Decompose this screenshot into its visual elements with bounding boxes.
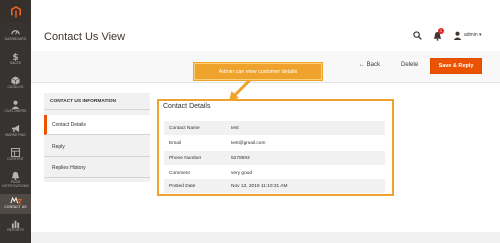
nav-label: SALES	[9, 61, 22, 65]
contact-us-logo-icon	[9, 196, 22, 204]
detail-row-email: Email test@gmail.com	[164, 136, 385, 150]
layout-icon	[11, 148, 20, 157]
username-label: admin	[464, 32, 478, 38]
nav-content[interactable]: CONTENT	[0, 145, 31, 168]
nav-label: CATALOG	[7, 85, 24, 89]
nav-label: DASHBOARD	[4, 37, 27, 41]
detail-value: very good	[231, 170, 253, 176]
delete-button[interactable]: Delete	[401, 62, 418, 68]
svg-text:$: $	[12, 53, 18, 61]
detail-value: 5278693	[231, 155, 250, 161]
person-icon	[11, 100, 20, 109]
page-footer	[31, 232, 500, 243]
nav-label: MARKETING	[5, 133, 26, 137]
detail-value: test@gmail.com	[231, 140, 266, 146]
nav-catalog[interactable]: CATALOG	[0, 73, 31, 96]
page-title: Contact Us View	[44, 31, 126, 43]
save-reply-button[interactable]: Save & Reply	[430, 58, 482, 74]
magento-logo[interactable]	[0, 0, 31, 23]
nav-label: REPORTS	[7, 228, 24, 232]
caret-down-icon: ▾	[479, 32, 482, 38]
tab-replies-history[interactable]: Replies History	[44, 158, 150, 178]
nav-label: CUSTOMERS	[4, 109, 27, 113]
tabs-title: CONTACT US INFORMATION	[44, 93, 150, 110]
username-dropdown[interactable]: admin ▾	[464, 32, 482, 38]
tab-reply[interactable]: Reply	[44, 137, 150, 157]
nav-customers[interactable]: CUSTOMERS	[0, 97, 31, 120]
back-button[interactable]: ← Back	[359, 62, 380, 68]
notification-count-badge: 1	[438, 28, 444, 34]
detail-label: Phone Number	[169, 155, 202, 161]
user-icon[interactable]	[453, 31, 462, 40]
magento-logo-icon	[10, 5, 21, 18]
nav-sales[interactable]: $ SALES	[0, 49, 31, 72]
detail-label: Comment	[169, 170, 190, 176]
detail-row-phone: Phone Number 5278693	[164, 151, 385, 165]
detail-label: Email	[169, 140, 181, 146]
detail-label: Contact Name	[169, 125, 200, 131]
section-title: Contact Details	[163, 103, 211, 110]
megaphone-icon	[11, 124, 20, 133]
nav-reports[interactable]: REPORTS	[0, 216, 31, 239]
nav-marketing[interactable]: MARKETING	[0, 121, 31, 144]
annotation-callout: Admin can view customer details	[194, 63, 322, 80]
detail-row-comment: Comment very good	[164, 166, 385, 180]
nav-dashboard[interactable]: DASHBOARD	[0, 25, 31, 48]
bar-chart-icon	[11, 220, 20, 228]
callout-arrow-icon	[229, 80, 252, 101]
nav-label: CONTACT US	[4, 205, 27, 209]
nav-push-notifications[interactable]: PUSH NOTIFICATIONS	[0, 169, 31, 193]
nav-label: CONTENT	[7, 157, 24, 161]
detail-row-contact-name: Contact Name test	[164, 121, 385, 135]
nav-contact-us[interactable]: CONTACT US	[0, 194, 31, 214]
tab-contact-details[interactable]: Contact Details	[44, 115, 150, 135]
box-icon	[11, 76, 20, 85]
detail-label: Posted Date	[169, 183, 196, 189]
detail-row-posted-date: Posted Date Nov 13, 2019 11:10:31 AM	[164, 179, 385, 193]
speedometer-icon	[11, 30, 20, 35]
nav-label: PUSH NOTIFICATIONS	[2, 180, 29, 188]
detail-value: Nov 13, 2019 11:10:31 AM	[231, 183, 288, 189]
search-icon[interactable]	[413, 31, 422, 40]
dollar-icon: $	[12, 53, 18, 61]
detail-value: test	[231, 125, 239, 131]
push-notification-icon	[11, 171, 20, 180]
